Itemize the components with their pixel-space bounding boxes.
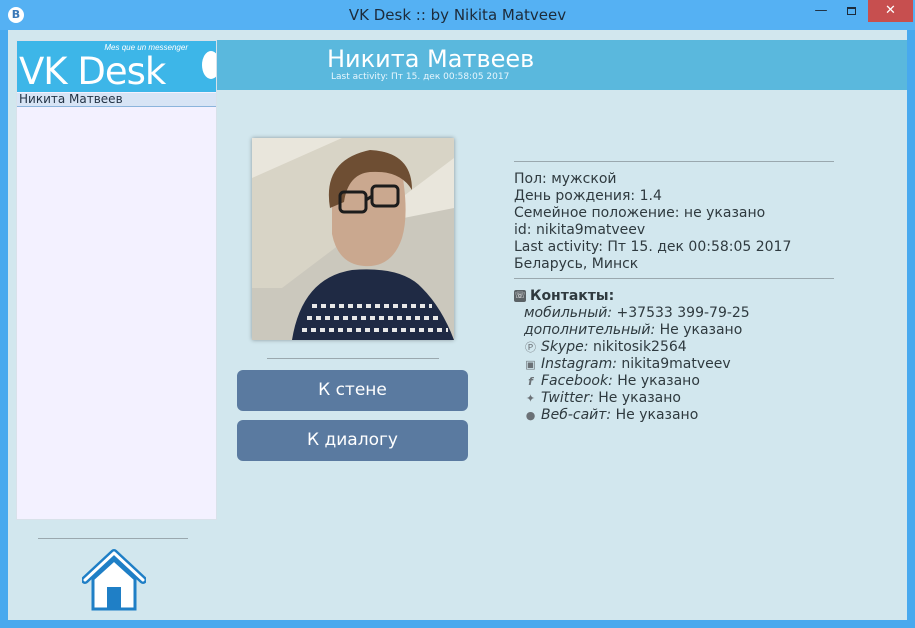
website-value: Не указано <box>611 407 699 423</box>
contact-facebook: f Facebook: Не указано <box>514 373 750 390</box>
close-button[interactable]: ✕ <box>868 0 913 22</box>
info-gender: Пол: мужской <box>514 171 617 187</box>
instagram-value: nikita9matveev <box>616 356 731 372</box>
profile-info: Пол: мужской День рождения: 1.4 Семейное… <box>514 171 791 273</box>
profile-avatar <box>252 138 454 340</box>
contact-mobile: мобильный: +37533 399-79-25 <box>524 305 750 321</box>
info-bottom-divider <box>514 278 834 279</box>
to-wall-button[interactable]: К стене <box>237 370 468 411</box>
contact-instagram: ▣ Instagram: nikita9matveev <box>525 356 731 372</box>
client-area: Mes que un messenger VK Desk Никита Матв… <box>8 30 907 620</box>
minimize-button[interactable]: — <box>806 0 836 22</box>
home-icon <box>81 549 147 611</box>
to-dialog-button[interactable]: К диалогу <box>237 420 468 461</box>
sidebar-divider <box>38 538 188 539</box>
home-button[interactable] <box>81 549 147 613</box>
facebook-icon: f <box>528 375 533 388</box>
skype-value: nikitosik2564 <box>588 339 687 355</box>
globe-icon: ● <box>525 409 536 422</box>
phone-icon: ☏ <box>514 290 526 302</box>
maximize-icon <box>846 6 856 15</box>
speech-bubble-icon <box>202 51 216 79</box>
window-titlebar[interactable]: B VK Desk :: by Nikita Matveev — ✕ <box>0 0 915 30</box>
info-id: id: nikita9matveev <box>514 222 646 238</box>
contacts-title: Контакты: <box>530 288 615 304</box>
contacts-section: ☏ Контакты: мобильный: +37533 399-79-25 д… <box>514 288 750 424</box>
additional-value: Не указано <box>655 322 743 338</box>
twitter-icon: ✦ <box>525 392 536 405</box>
skype-icon: Ⓟ <box>525 341 536 354</box>
profile-name: Никита Матвеев <box>327 45 535 73</box>
instagram-icon: ▣ <box>525 358 536 371</box>
window-title: VK Desk :: by Nikita Matveev <box>348 6 567 24</box>
info-birthday: День рождения: 1.4 <box>514 188 662 204</box>
info-last-activity: Last activity: Пт 15. дек 00:58:05 2017 <box>514 239 792 255</box>
logo-text: VK Desk <box>19 50 166 92</box>
logo: Mes que un messenger VK Desk <box>17 41 216 92</box>
sidebar-item-dialog[interactable]: Никита Матвеев <box>17 93 216 107</box>
contact-skype: Ⓟ Skype: nikitosik2564 <box>525 339 687 355</box>
info-top-divider <box>514 161 834 162</box>
header-last-activity: Last activity: Пт 15. дек 00:58:05 2017 <box>331 72 510 82</box>
contact-website: ● Веб-сайт: Не указано <box>525 407 699 423</box>
contact-twitter: ✦ Twitter: Не указано <box>525 390 681 406</box>
maximize-button[interactable] <box>836 0 866 22</box>
contact-additional: дополнительный: Не указано <box>524 322 743 338</box>
info-relationship: Семейное положение: не указано <box>514 205 766 221</box>
profile-header: Никита Матвеев Last activity: Пт 15. дек… <box>217 40 907 90</box>
sidebar: Mes que un messenger VK Desk Никита Матв… <box>16 40 217 520</box>
info-location: Беларусь, Минск <box>514 256 639 272</box>
twitter-value: Не указано <box>593 390 681 406</box>
mobile-value: +37533 399-79-25 <box>612 305 750 321</box>
avatar-divider <box>267 358 439 359</box>
facebook-value: Не указано <box>612 373 700 389</box>
